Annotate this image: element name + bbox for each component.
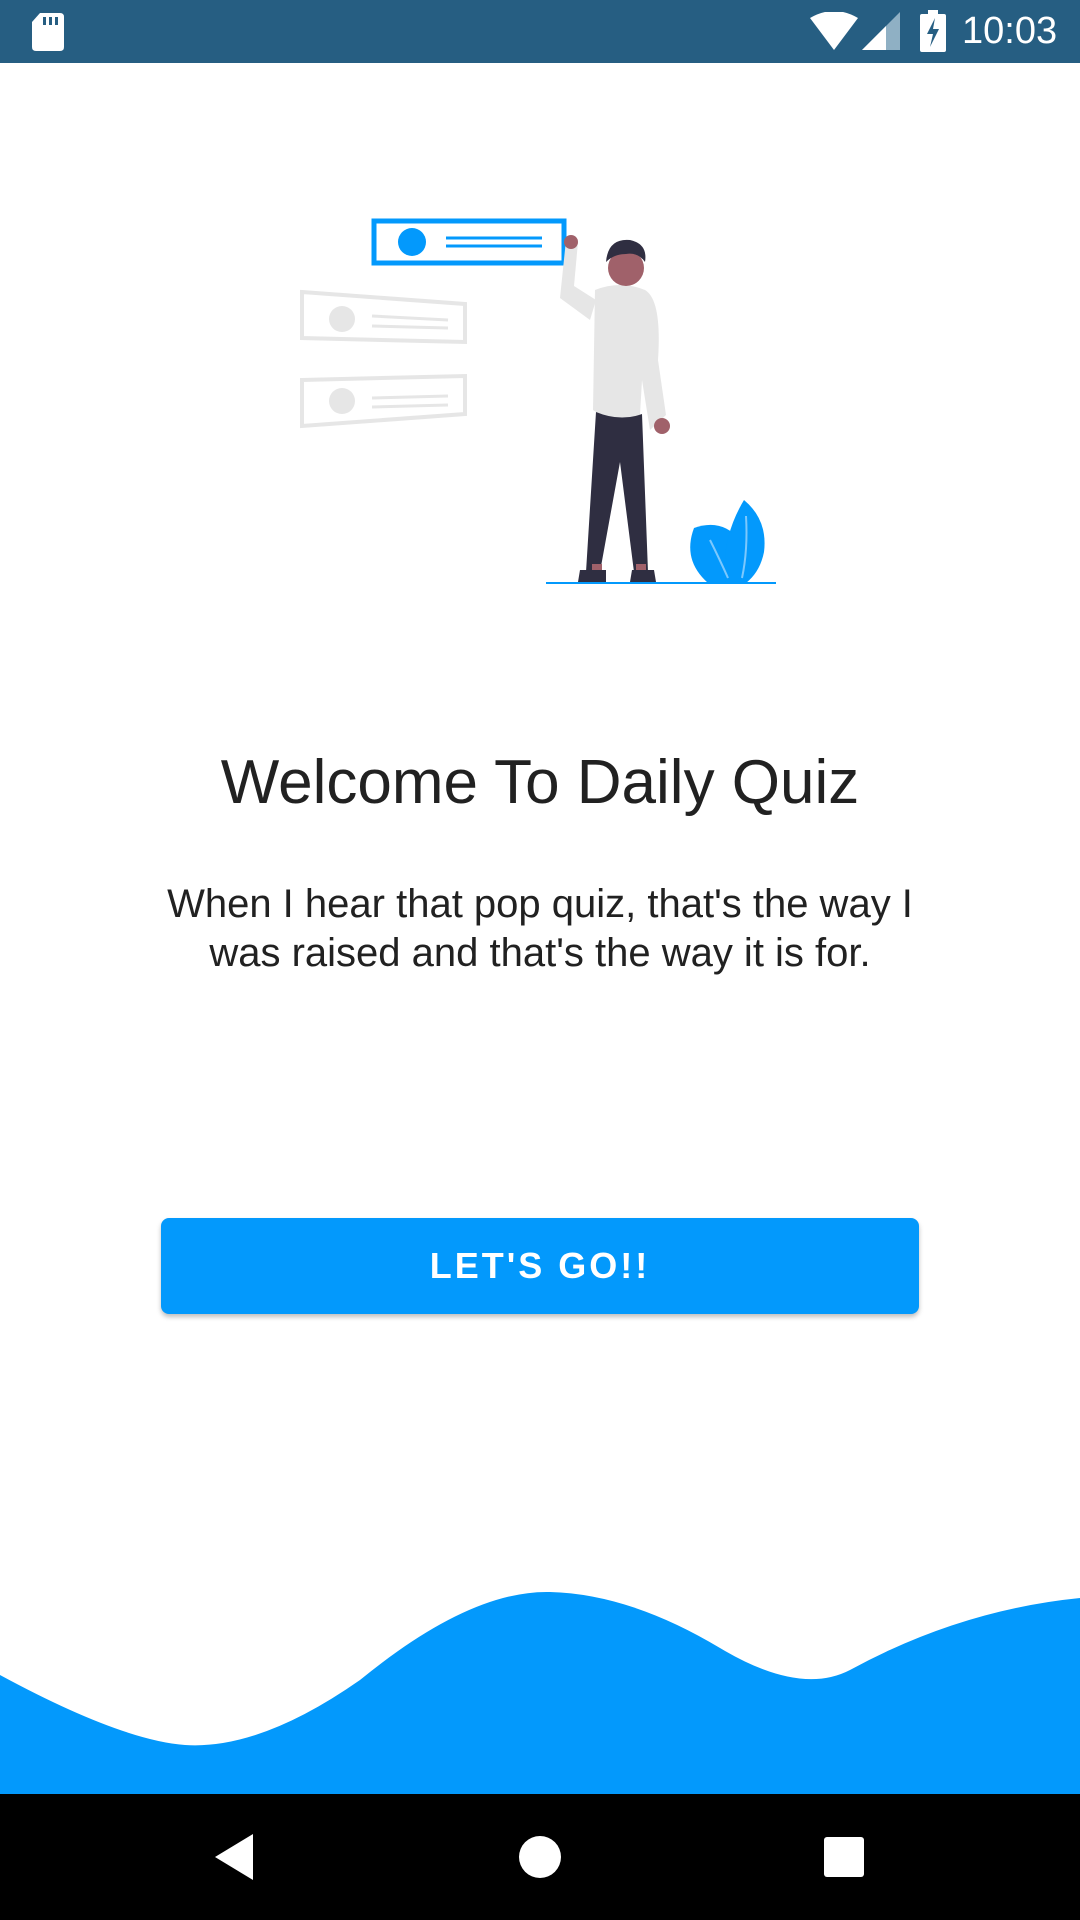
page-title: Welcome To Daily Quiz: [220, 748, 860, 817]
sd-card-icon: [32, 13, 64, 51]
navigation-bar: [0, 1794, 1080, 1920]
back-icon[interactable]: [203, 1824, 269, 1890]
signal-icon: [862, 12, 900, 50]
person-icon: [560, 235, 670, 582]
faded-card-icon: [300, 289, 467, 345]
wifi-icon: [810, 12, 858, 50]
home-icon[interactable]: [507, 1824, 573, 1890]
status-bar: 10:03: [0, 0, 1080, 63]
recents-icon[interactable]: [811, 1824, 877, 1890]
battery-charging-icon: [920, 10, 946, 52]
welcome-screen: 10:03 Welcome To Daily Quiz When I hear …: [0, 0, 1080, 1920]
highlighted-card-icon: [371, 218, 567, 266]
faded-card-icon: [300, 373, 467, 429]
lets-go-button[interactable]: LET'S GO!!: [161, 1218, 919, 1314]
bottom-wave: [0, 1591, 1080, 1795]
page-subtitle: When I hear that pop quiz, that's the wa…: [167, 882, 913, 975]
quiz-illustration: [300, 218, 776, 584]
plant-icon: [690, 500, 765, 583]
status-time: 10:03: [962, 10, 1058, 52]
